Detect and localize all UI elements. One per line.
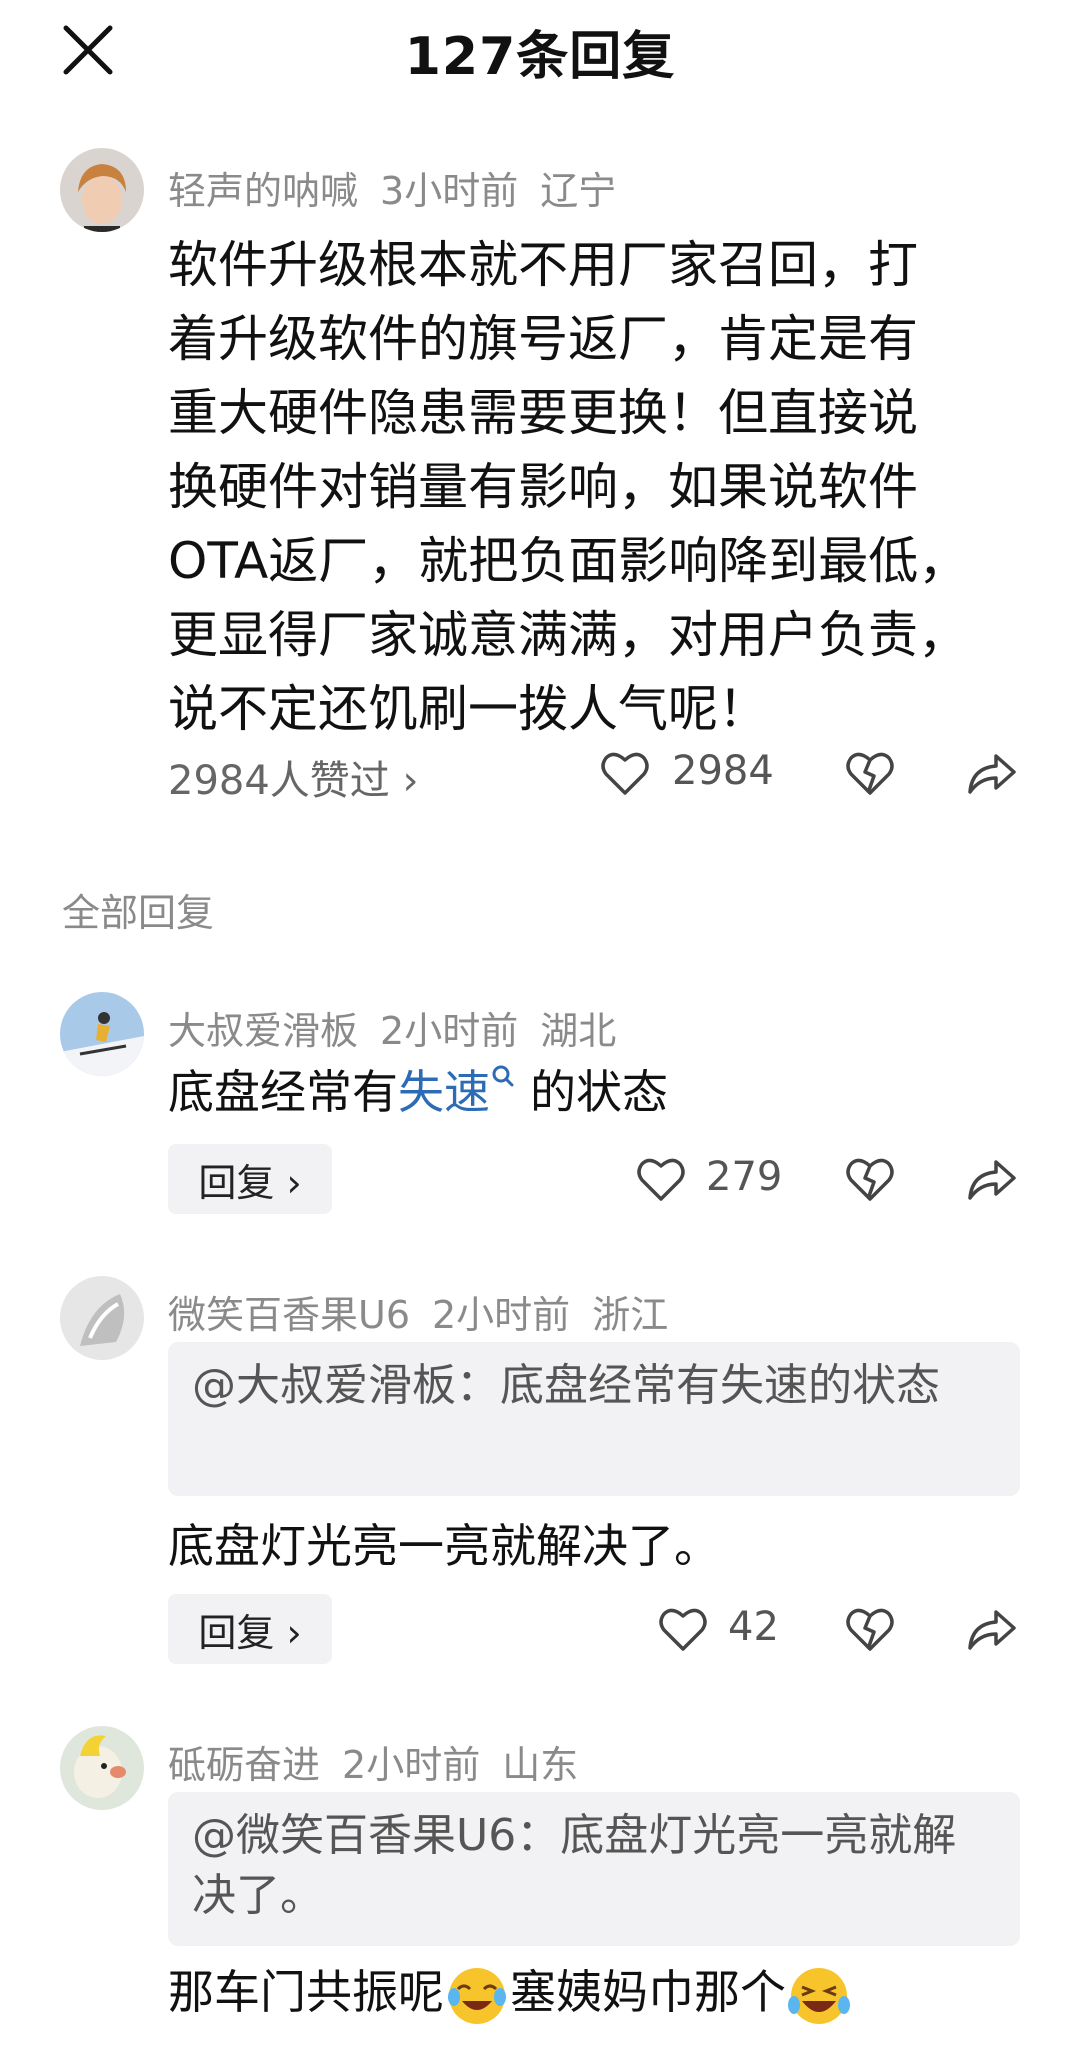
heart-icon[interactable] xyxy=(634,1152,688,1206)
reply-body: 底盘灯光亮一亮就解决了。 xyxy=(168,1519,720,1573)
header: 127条回复 xyxy=(0,0,1080,110)
broken-heart-icon[interactable] xyxy=(843,1152,897,1206)
reply-meta: 大叔爱滑板 2小时前 湖北 xyxy=(168,1000,638,1055)
avatar[interactable] xyxy=(60,1726,144,1810)
avatar-image xyxy=(60,1726,144,1810)
search-link[interactable]: 失速 xyxy=(398,1065,530,1119)
comment-line: 换硬件对销量有影响，如果说软件 xyxy=(168,458,918,516)
laughing-tears-emoji-icon xyxy=(788,1967,850,2024)
comment-meta: 轻声的呐喊 3小时前 辽宁 xyxy=(168,160,638,215)
share-icon[interactable] xyxy=(964,1602,1018,1656)
like-count: 42 xyxy=(728,1604,779,1650)
avatar-image xyxy=(60,992,144,1076)
location: 山东 xyxy=(502,1743,579,1787)
like-count: 279 xyxy=(706,1154,783,1200)
comment-line: 着升级软件的旗号返厂，肯定是有 xyxy=(168,310,918,368)
avatar-image xyxy=(60,1276,144,1360)
likes-link[interactable]: 2984人赞过 › xyxy=(168,748,419,806)
location: 辽宁 xyxy=(540,169,617,213)
comment-line: 说不定还饥刷一拨人气呢！ xyxy=(168,680,768,738)
timestamp: 2小时前 xyxy=(342,1743,481,1787)
avatar[interactable] xyxy=(60,148,144,232)
comment-line: 软件升级根本就不用厂家召回，打 xyxy=(168,236,918,294)
comment-line: OTA返厂，就把负面影响降到最低， xyxy=(168,532,969,590)
quoted-reply: @微笑百香果U6：底盘灯光亮一亮就解决了。 xyxy=(168,1792,1020,1946)
reply-button[interactable]: 回复 › xyxy=(168,1594,332,1664)
avatar[interactable] xyxy=(60,1276,144,1360)
heart-icon[interactable] xyxy=(656,1602,710,1656)
avatar-image xyxy=(60,148,144,232)
search-link-text[interactable]: 失速 xyxy=(398,1065,490,1119)
reply-meta: 砥砺奋进 2小时前 山东 xyxy=(168,1734,600,1789)
comment-line: 重大硬件隐患需要更换！但直接说 xyxy=(168,384,918,442)
location: 湖北 xyxy=(540,1009,617,1053)
username[interactable]: 轻声的呐喊 xyxy=(168,169,358,213)
section-label: 全部回复 xyxy=(62,891,215,935)
reply-meta: 微笑百香果U6 2小时前 浙江 xyxy=(168,1284,690,1339)
username[interactable]: 大叔爱滑板 xyxy=(168,1009,358,1053)
username[interactable]: 砥砺奋进 xyxy=(168,1743,320,1787)
page-title: 127条回复 xyxy=(404,27,676,87)
crying-laughing-emoji-icon xyxy=(448,1967,506,2024)
avatar[interactable] xyxy=(60,992,144,1076)
quoted-reply: @大叔爱滑板：底盘经常有失速的状态 xyxy=(168,1342,1020,1496)
location: 浙江 xyxy=(592,1293,669,1337)
timestamp: 2小时前 xyxy=(380,1009,519,1053)
search-icon xyxy=(492,1065,514,1087)
share-icon[interactable] xyxy=(964,1152,1018,1206)
timestamp: 2小时前 xyxy=(432,1293,571,1337)
comment-body: 软件升级根本就不用厂家召回，打 着升级软件的旗号返厂，肯定是有 重大硬件隐患需要… xyxy=(168,228,1018,746)
broken-heart-icon[interactable] xyxy=(843,746,897,800)
reply-button[interactable]: 回复 › xyxy=(168,1144,332,1214)
reply-text: 的状态 xyxy=(530,1065,668,1119)
broken-heart-icon[interactable] xyxy=(843,1602,897,1656)
like-count: 2984 xyxy=(672,748,774,794)
reply-text: 那车门共振呢 xyxy=(168,1965,444,2019)
reply-text: 底盘经常有 xyxy=(168,1065,398,1119)
reply-body: 那车门共振呢 塞姨妈巾那个 xyxy=(168,1960,852,2027)
timestamp: 3小时前 xyxy=(380,169,519,213)
comment-line: 更显得厂家诚意满满，对用户负责， xyxy=(168,606,968,664)
username[interactable]: 微笑百香果U6 xyxy=(168,1293,410,1337)
share-icon[interactable] xyxy=(964,746,1018,800)
reply-text: 塞姨妈巾那个 xyxy=(510,1965,786,2019)
reply-body: 底盘经常有失速 的状态 xyxy=(168,1060,668,1124)
heart-icon[interactable] xyxy=(598,746,652,800)
